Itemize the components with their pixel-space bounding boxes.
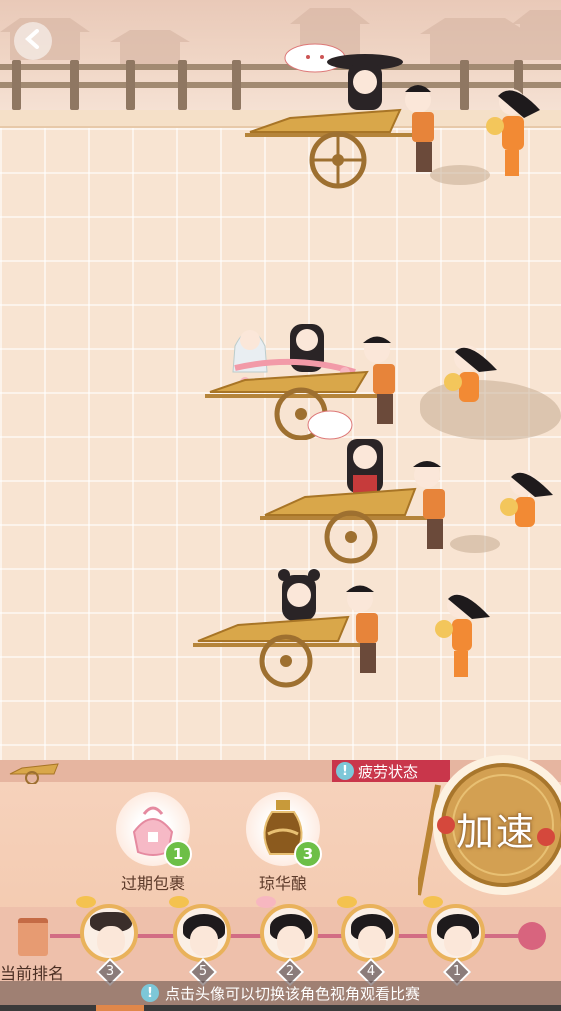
tip-bar: ! 点击头像可以切换该角色视角观看比赛 [0, 981, 561, 1005]
racer-avatar-4[interactable]: 4 [337, 896, 399, 987]
cart-progress-icon [9, 763, 59, 784]
flower-racer-avatar-icon [260, 904, 318, 962]
racer-avatar-5[interactable]: 1 [423, 896, 485, 987]
hat-racer-avatar-icon [80, 904, 138, 962]
item-name: 过期包裹 [120, 874, 185, 893]
ranking-flag-icon [18, 918, 48, 956]
flower-icon [256, 896, 276, 908]
item-wine-jar[interactable]: 3 琼华酿 [238, 792, 328, 894]
item-count-badge: 1 [164, 840, 192, 868]
racer-cart-lane-4[interactable] [188, 565, 508, 690]
info-icon: ! [140, 984, 159, 1002]
item-expired-bundle[interactable]: 1 过期包裹 [108, 792, 198, 894]
ranking-finish-marker [518, 922, 546, 950]
bow-icon [423, 896, 443, 908]
bow-icon [169, 896, 189, 908]
speed-up-label: 加速 [456, 810, 537, 854]
racer-cart-lane-1[interactable] [240, 40, 561, 190]
back-button[interactable] [14, 22, 52, 60]
racer-avatar-3[interactable]: 2 [256, 896, 318, 987]
bow-icon [76, 896, 96, 908]
bottom-strip [0, 1005, 561, 1011]
chevron-left-icon [24, 29, 42, 53]
white-crown-racer-avatar-icon [341, 904, 399, 962]
fatigue-status-label: 疲劳状态 [358, 762, 419, 781]
item-bubble: 1 [116, 792, 192, 868]
item-name: 琼华酿 [258, 874, 307, 893]
dark-hair-racer-avatar-icon [173, 904, 231, 962]
item-count-badge: 3 [294, 840, 322, 868]
racer-cart-lane-3[interactable] [255, 405, 561, 565]
item-bubble: 3 [246, 792, 322, 868]
racer-avatar-2[interactable]: 5 [169, 896, 231, 987]
exclamation-icon: ! [336, 762, 354, 780]
race-track [0, 0, 561, 785]
emoji-bubble-icon [307, 410, 353, 440]
speed-up-button[interactable]: 加速 [418, 745, 561, 905]
bow-icon [337, 896, 357, 908]
racer-avatar-1[interactable]: 3 [76, 896, 138, 987]
tip-text: 点击头像可以切换该角色视角观看比赛 [164, 984, 420, 1003]
bun-racer-avatar-icon [427, 904, 485, 962]
